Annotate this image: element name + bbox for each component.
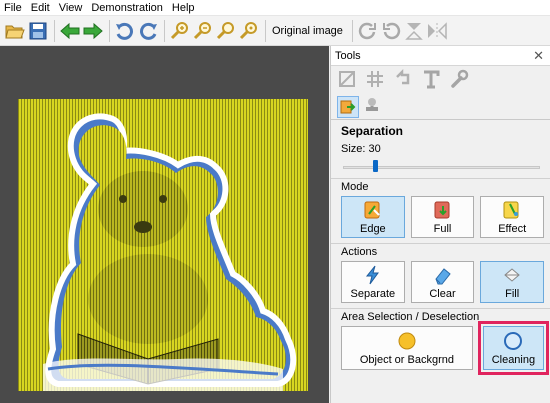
full-icon: [434, 201, 449, 218]
wrench-icon[interactable]: [449, 69, 469, 92]
separate-label: Separate: [350, 287, 396, 300]
tools-header: Tools ✕: [331, 46, 550, 66]
tool-icons-row: [331, 66, 550, 94]
slider-thumb[interactable]: [373, 160, 378, 172]
working-image[interactable]: [18, 99, 308, 391]
rotate-back-icon[interactable]: [393, 68, 413, 92]
blue-circle-icon: [504, 331, 523, 350]
grid-icon[interactable]: [365, 69, 385, 92]
open-folder-icon[interactable]: [4, 20, 26, 42]
full-label: Full: [433, 222, 452, 235]
cleaning-button[interactable]: Cleaning: [477, 321, 550, 375]
clear-label: Clear: [429, 287, 456, 300]
clear-button[interactable]: Clear: [410, 261, 475, 303]
separation-tool-icon[interactable]: [337, 95, 359, 118]
image-canvas[interactable]: [0, 46, 329, 403]
menu-edit[interactable]: Edit: [31, 2, 50, 14]
separate-button[interactable]: Separate: [341, 261, 405, 303]
size-label: Size: 30: [341, 143, 381, 155]
crop-icon[interactable]: [337, 69, 357, 92]
edge-icon: [364, 201, 380, 218]
redo-icon[interactable]: [137, 20, 159, 42]
area-selection-title: Area Selection / Deselection: [341, 311, 480, 323]
stamp-tool-icon[interactable]: [363, 96, 381, 117]
zoom-actual-icon[interactable]: [238, 20, 260, 42]
zoom-fit-icon[interactable]: [215, 20, 237, 42]
eraser-icon: [434, 267, 451, 284]
actions-group: Actions Separate Clear Fill: [331, 243, 550, 303]
tools-title: Tools: [335, 49, 361, 62]
area-selection-group: Area Selection / Deselection Object or B…: [331, 308, 550, 375]
original-image-toggle[interactable]: Original image: [272, 25, 343, 37]
flip-horizontal-icon[interactable]: [426, 20, 448, 42]
mode-title: Mode: [341, 181, 369, 193]
fill-bucket-icon: [504, 267, 520, 282]
toolbar: Original image: [0, 16, 550, 46]
effect-button[interactable]: Effect: [480, 196, 545, 238]
menu-demonstration[interactable]: Demonstration: [91, 2, 163, 14]
text-icon[interactable]: [421, 69, 441, 92]
mode-group: Mode Edge Full Effect: [331, 178, 550, 238]
edge-label: Edge: [359, 222, 386, 235]
lightning-icon: [365, 265, 379, 284]
zoom-out-icon[interactable]: [192, 20, 214, 42]
object-or-background-button[interactable]: Object or Backgrnd: [341, 326, 473, 370]
size-slider[interactable]: [343, 160, 540, 174]
effect-label: Effect: [498, 222, 527, 235]
undo-icon[interactable]: [114, 20, 136, 42]
menu-view[interactable]: View: [59, 2, 83, 14]
fill-button[interactable]: Fill: [480, 261, 545, 303]
menu-file[interactable]: File: [4, 2, 22, 14]
separation-title: Separation: [341, 124, 404, 138]
forward-arrow-icon[interactable]: [82, 20, 104, 42]
object-or-background-label: Object or Backgrnd: [359, 353, 454, 366]
close-icon[interactable]: ✕: [533, 48, 544, 64]
effect-icon: [503, 201, 519, 218]
zoom-in-icon[interactable]: [169, 20, 191, 42]
rotate-right-icon[interactable]: [357, 20, 379, 42]
menu-help[interactable]: Help: [172, 2, 195, 14]
edge-button[interactable]: Edge: [341, 196, 405, 238]
tool-mode-row: [331, 94, 550, 120]
fill-label: Fill: [505, 287, 520, 300]
flip-vertical-icon[interactable]: [403, 20, 425, 42]
menu-bar: File Edit View Demonstration Help: [0, 0, 550, 16]
yellow-circle-icon: [398, 332, 416, 349]
rotate-left-icon[interactable]: [380, 20, 402, 42]
back-arrow-icon[interactable]: [59, 20, 81, 42]
save-icon[interactable]: [27, 20, 49, 42]
actions-title: Actions: [341, 246, 378, 258]
full-button[interactable]: Full: [410, 196, 475, 238]
tools-panel: Tools ✕ Separation Size: 30 Mode Edge Fu…: [330, 46, 550, 403]
cleaning-label: Cleaning: [491, 353, 536, 366]
